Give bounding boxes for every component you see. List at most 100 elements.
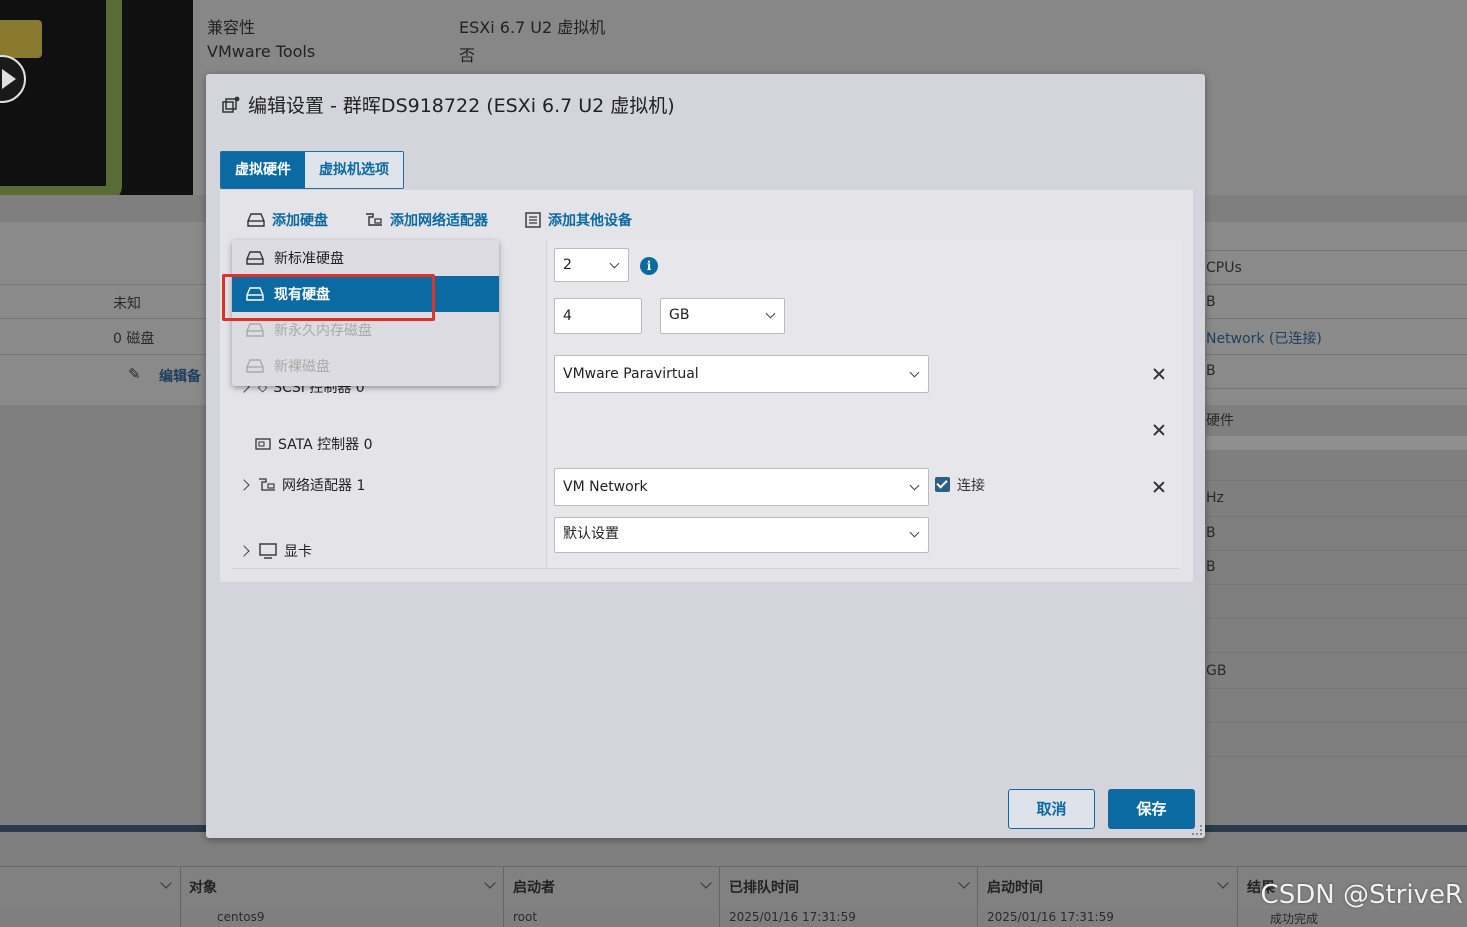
hard-disk-icon	[246, 359, 264, 373]
vm-console-thumbnail[interactable]	[0, 0, 193, 195]
chevron-down-icon[interactable]	[1217, 877, 1229, 889]
col-start-time[interactable]: 启动时间	[987, 877, 1043, 897]
divider	[1206, 584, 1467, 585]
cpu-select-value: 2	[563, 257, 572, 273]
divider	[0, 318, 206, 319]
connect-checkbox[interactable]	[935, 477, 950, 492]
divider	[1206, 250, 1467, 251]
task-result: 成功完成	[1270, 912, 1319, 926]
add-disk-button[interactable]: 添加硬盘	[246, 210, 328, 230]
chevron-down-icon[interactable]	[160, 877, 172, 889]
pencil-icon: ✎	[128, 365, 141, 383]
cpu-hz-text: Hz	[1206, 490, 1224, 506]
col-initiator[interactable]: 启动者	[513, 877, 555, 897]
section-header	[1206, 436, 1467, 450]
cpu-select[interactable]: 2	[554, 248, 629, 282]
divider	[1206, 756, 1467, 757]
tab-virtual-hardware[interactable]: 虚拟硬件	[221, 152, 305, 188]
menu-item-label: 新永久内存磁盘	[274, 323, 372, 339]
sata-row-label: SATA 控制器 0	[254, 434, 373, 454]
divider	[1206, 480, 1467, 481]
divider	[1206, 550, 1467, 551]
divider	[0, 354, 206, 355]
divider	[1206, 284, 1467, 285]
network-adapter-icon	[259, 478, 275, 491]
network-select[interactable]: VM Network	[554, 468, 929, 506]
divider	[1206, 318, 1467, 319]
monitor-icon	[259, 543, 277, 559]
add-network-adapter-button[interactable]: 添加网络适配器	[364, 210, 488, 230]
chevron-right-icon[interactable]	[238, 479, 250, 491]
task-object-link[interactable]: centos9	[217, 910, 265, 924]
virtual-hardware-panel: 添加硬盘 添加网络适配器 添加其他设备 2 i 4 GB ◇ SCSI 控制器 …	[220, 190, 1193, 582]
resize-grip[interactable]	[1192, 825, 1202, 835]
save-button[interactable]: 保存	[1108, 789, 1195, 829]
add-other-label: 添加其他设备	[548, 213, 632, 229]
display-row-label: 显卡	[238, 541, 312, 561]
divider	[1206, 354, 1467, 355]
sata-controller-row: SATA 控制器 0	[232, 404, 1181, 462]
chevron-down-icon[interactable]	[484, 877, 496, 889]
col-object[interactable]: 对象	[189, 877, 217, 897]
vm-settings-icon	[222, 96, 240, 113]
tab-vm-options[interactable]: 虚拟机选项	[305, 152, 403, 188]
disk-text: B	[1206, 363, 1216, 379]
hard-disk-icon	[247, 213, 265, 227]
unknown-text: 未知	[113, 296, 141, 312]
remove-scsi-icon[interactable]	[1152, 367, 1166, 381]
gb-text: GB	[1206, 663, 1227, 679]
chevron-right-icon[interactable]	[238, 545, 250, 557]
display-select[interactable]: 默认设置	[554, 517, 929, 553]
menu-item-new-raw-disk: 新裸磁盘	[232, 348, 499, 384]
network-adapter-row: 网络适配器 1 VM Network 连接	[232, 461, 1181, 512]
task-queued-time: 2025/01/16 17:31:59	[729, 910, 856, 924]
add-network-label: 添加网络适配器	[390, 213, 488, 229]
edit-settings-dialog: 编辑设置 - 群晖DS918722 (ESXi 6.7 U2 虚拟机) 虚拟硬件…	[206, 74, 1205, 838]
disk-count-text: 0 磁盘	[113, 331, 155, 347]
divider	[1206, 516, 1467, 517]
task-initiator: root	[513, 910, 538, 924]
compat-label: 兼容性	[207, 18, 256, 37]
divider	[1206, 388, 1467, 389]
remove-sata-icon[interactable]	[1152, 423, 1166, 437]
storage-b-text: B	[1206, 559, 1216, 575]
cancel-button[interactable]: 取消	[1008, 789, 1095, 829]
memory-unit-value: GB	[669, 307, 690, 323]
highlight-box	[222, 274, 435, 321]
other-device-icon	[525, 212, 541, 228]
tools-value: 否	[459, 46, 476, 65]
chevron-down-icon[interactable]	[700, 877, 712, 889]
add-disk-label: 添加硬盘	[272, 213, 328, 229]
compat-value: ESXi 6.7 U2 虚拟机	[459, 18, 606, 37]
task-start-time: 2025/01/16 17:31:59	[987, 910, 1114, 924]
divider	[1206, 618, 1467, 619]
info-icon[interactable]: i	[640, 257, 658, 275]
col-queued-time[interactable]: 已排队时间	[729, 877, 799, 897]
add-other-device-button[interactable]: 添加其他设备	[524, 210, 632, 230]
edit-link[interactable]: 编辑备	[159, 366, 201, 386]
memory-unit-select[interactable]: GB	[660, 298, 785, 334]
watermark: CSDN @StriveR	[1260, 880, 1463, 910]
scsi-type-select[interactable]: VMware Paravirtual	[554, 355, 929, 393]
display-label: 显卡	[284, 544, 312, 560]
hardware-toolbar: 添加硬盘 添加网络适配器 添加其他设备	[246, 210, 632, 230]
scsi-type-value: VMware Paravirtual	[563, 366, 699, 382]
chevron-down-icon[interactable]	[958, 877, 970, 889]
cpus-text: CPUs	[1206, 260, 1242, 276]
divider	[1206, 722, 1467, 723]
sata-controller-icon	[255, 438, 271, 450]
hardware-text: 硬件	[1206, 413, 1234, 429]
remove-network-icon[interactable]	[1152, 480, 1166, 494]
hard-disk-icon	[246, 251, 264, 265]
tasks-table-header: 对象 启动者 已排队时间 启动时间 结果	[0, 866, 1467, 927]
network-row-label: 网络适配器 1	[238, 475, 366, 495]
network-link[interactable]: Network (已连接)	[1206, 328, 1322, 348]
menu-item-new-standard-disk[interactable]: 新标准硬盘	[232, 240, 499, 276]
menu-item-label: 新裸磁盘	[274, 359, 330, 375]
memory-input[interactable]: 4	[554, 298, 642, 334]
divider	[1206, 688, 1467, 689]
mem-b-text: B	[1206, 525, 1216, 541]
network-label: 网络适配器 1	[282, 478, 366, 494]
memory-text: B	[1206, 294, 1216, 310]
divider	[1206, 652, 1467, 653]
